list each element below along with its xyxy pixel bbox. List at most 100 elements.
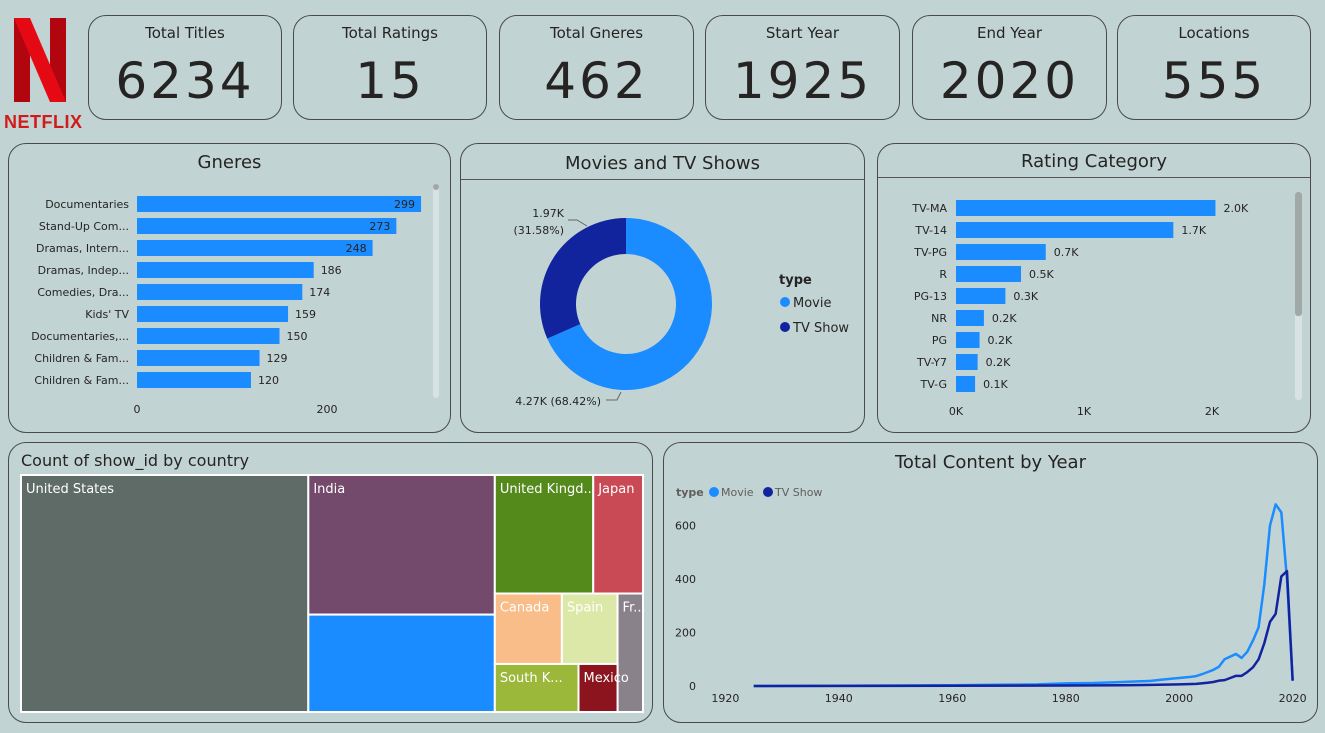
genre-label: Documentaries,... [31, 330, 129, 343]
donut-legend-item: Movie [793, 296, 831, 311]
rating-value-label: 0.2K [992, 312, 1017, 325]
genre-bar [137, 372, 251, 388]
treemap-label: Mexico [583, 671, 628, 686]
line-y-tick: 400 [675, 573, 696, 586]
line-x-tick: 1940 [825, 692, 853, 705]
treemap-label: United States [26, 482, 114, 497]
donut-label-movie: 4.27K (68.42%) [515, 395, 601, 408]
genre-bar [137, 262, 314, 278]
kpi-label: End Year [976, 24, 1043, 42]
genres-bar-chart: Documentaries 299 Stand-Up Com... 273 Dramas… [31, 196, 422, 416]
rating-bar [956, 244, 1046, 260]
genre-bar [137, 196, 422, 212]
genre-label: Documentaries [45, 198, 129, 211]
treemap-label: Spain [567, 601, 603, 616]
rating-x-tick: 0K [949, 405, 964, 418]
genre-label: Stand-Up Com... [39, 220, 129, 233]
ratings-scroll-thumb[interactable] [1295, 192, 1302, 316]
rating-label: PG-13 [914, 290, 947, 303]
line-series-movie [753, 503, 1294, 688]
donut-legend-item: TV Show [792, 321, 849, 336]
treemap-cell [307, 613, 496, 713]
genre-value-label: 186 [321, 264, 342, 277]
genre-x-tick: 200 [317, 403, 338, 416]
line-legend-item: Movie [721, 486, 754, 499]
line-y-tick: 200 [675, 627, 696, 640]
genre-value-label: 174 [309, 286, 330, 299]
genre-label: Children & Fam... [34, 374, 129, 387]
rating-value-label: 0.2K [986, 356, 1011, 369]
country-panel: Count of show_id by country United State… [8, 442, 653, 723]
kpi-value: 1925 [732, 52, 873, 110]
year-panel: Total Content by Year 0 200 400 600 1920 1940… [663, 442, 1318, 723]
genre-value-label: 159 [295, 308, 316, 321]
genre-value-label: 120 [258, 374, 279, 387]
line-x-tick: 2000 [1165, 692, 1193, 705]
genre-bar [137, 284, 303, 300]
kpi-value: 555 [1161, 52, 1267, 110]
ratings-panel: Rating Category TV-MA 2.0K TV-14 1.7K TV-PG 0… [877, 143, 1311, 433]
treemap-label: Japan [597, 482, 634, 497]
donut-label-tv-percent: (31.58%) [513, 224, 564, 237]
genres-panel: Gneres Documentaries 299 Stand-Up Com... 27… [8, 143, 451, 433]
country-treemap: United States India United Kingd... Japan Ca… [20, 474, 646, 713]
genre-bar [137, 240, 373, 256]
kpi-value: 15 [355, 52, 425, 110]
donut-label-tv-value: 1.97K [532, 207, 564, 220]
kpi-label: Total Titles [145, 24, 225, 42]
line-x-tick: 1960 [938, 692, 966, 705]
genre-label: Dramas, Indep... [38, 264, 129, 277]
legend-marker-icon [780, 322, 790, 332]
rating-label: PG [932, 334, 947, 347]
rating-x-tick: 2K [1205, 405, 1220, 418]
genre-value-label: 129 [267, 352, 288, 365]
genre-label: Kids' TV [85, 308, 129, 321]
kpi-locations: Locations 555 [1117, 15, 1311, 120]
rating-bar [956, 332, 980, 348]
genre-bar [137, 328, 280, 344]
kpi-label: Locations [1178, 24, 1250, 42]
kpi-start-year: Start Year 1925 [705, 15, 900, 120]
genres-scrollbar[interactable] [433, 184, 439, 398]
legend-marker-icon [763, 487, 773, 497]
kpi-value: 6234 [115, 52, 255, 110]
genre-bar [137, 218, 397, 234]
rating-value-label: 0.2K [988, 334, 1013, 347]
rating-label: TV-MA [911, 202, 947, 215]
legend-marker-icon [709, 487, 719, 497]
rating-value-label: 0.5K [1029, 268, 1054, 281]
kpi-value: 2020 [939, 52, 1080, 110]
genres-scroll-thumb[interactable] [433, 184, 439, 190]
line-legend-title: type [676, 486, 704, 499]
kpi-total-titles: Total Titles 6234 [88, 15, 282, 120]
line-y-tick: 600 [675, 520, 696, 533]
genre-x-tick: 0 [134, 403, 141, 416]
rating-label: TV-Y7 [916, 356, 947, 369]
types-panel: Movies and TV Shows 1.97K (31.58%) 4.27K (… [460, 143, 865, 433]
treemap-label: Fr... [623, 601, 646, 616]
genre-label: Dramas, Intern... [36, 242, 129, 255]
rating-x-tick: 1K [1077, 405, 1092, 418]
rating-value-label: 0.3K [1013, 290, 1038, 303]
kpi-label: Total Gneres [549, 24, 644, 42]
rating-label: TV-G [920, 378, 948, 391]
line-y-tick: 0 [689, 680, 696, 693]
netflix-logo: NETFLIX [4, 14, 82, 134]
rating-label: TV-PG [913, 246, 947, 259]
legend-marker-icon [780, 297, 790, 307]
rating-label: NR [931, 312, 947, 325]
rating-value-label: 0.7K [1054, 246, 1079, 259]
netflix-n-icon [14, 18, 66, 102]
rating-value-label: 0.1K [983, 378, 1008, 391]
line-legend-item: TV Show [774, 486, 822, 499]
genre-label: Comedies, Dra... [37, 286, 129, 299]
line-series-tv-show [753, 569, 1294, 688]
ratings-bar-chart: TV-MA 2.0K TV-14 1.7K TV-PG 0.7K R 0.5K PG-13 0.3… [911, 200, 1249, 418]
kpi-end-year: End Year 2020 [912, 15, 1107, 120]
line-x-tick: 1980 [1052, 692, 1080, 705]
content-by-year-line-chart: 0 200 400 600 1920 1940 1960 1980 2000 2020 type Mo… [675, 486, 1307, 705]
treemap-label: Canada [500, 601, 549, 616]
genre-bar [137, 306, 289, 322]
donut-leader-tv [568, 219, 588, 227]
treemap-cell-united-states [20, 474, 310, 713]
